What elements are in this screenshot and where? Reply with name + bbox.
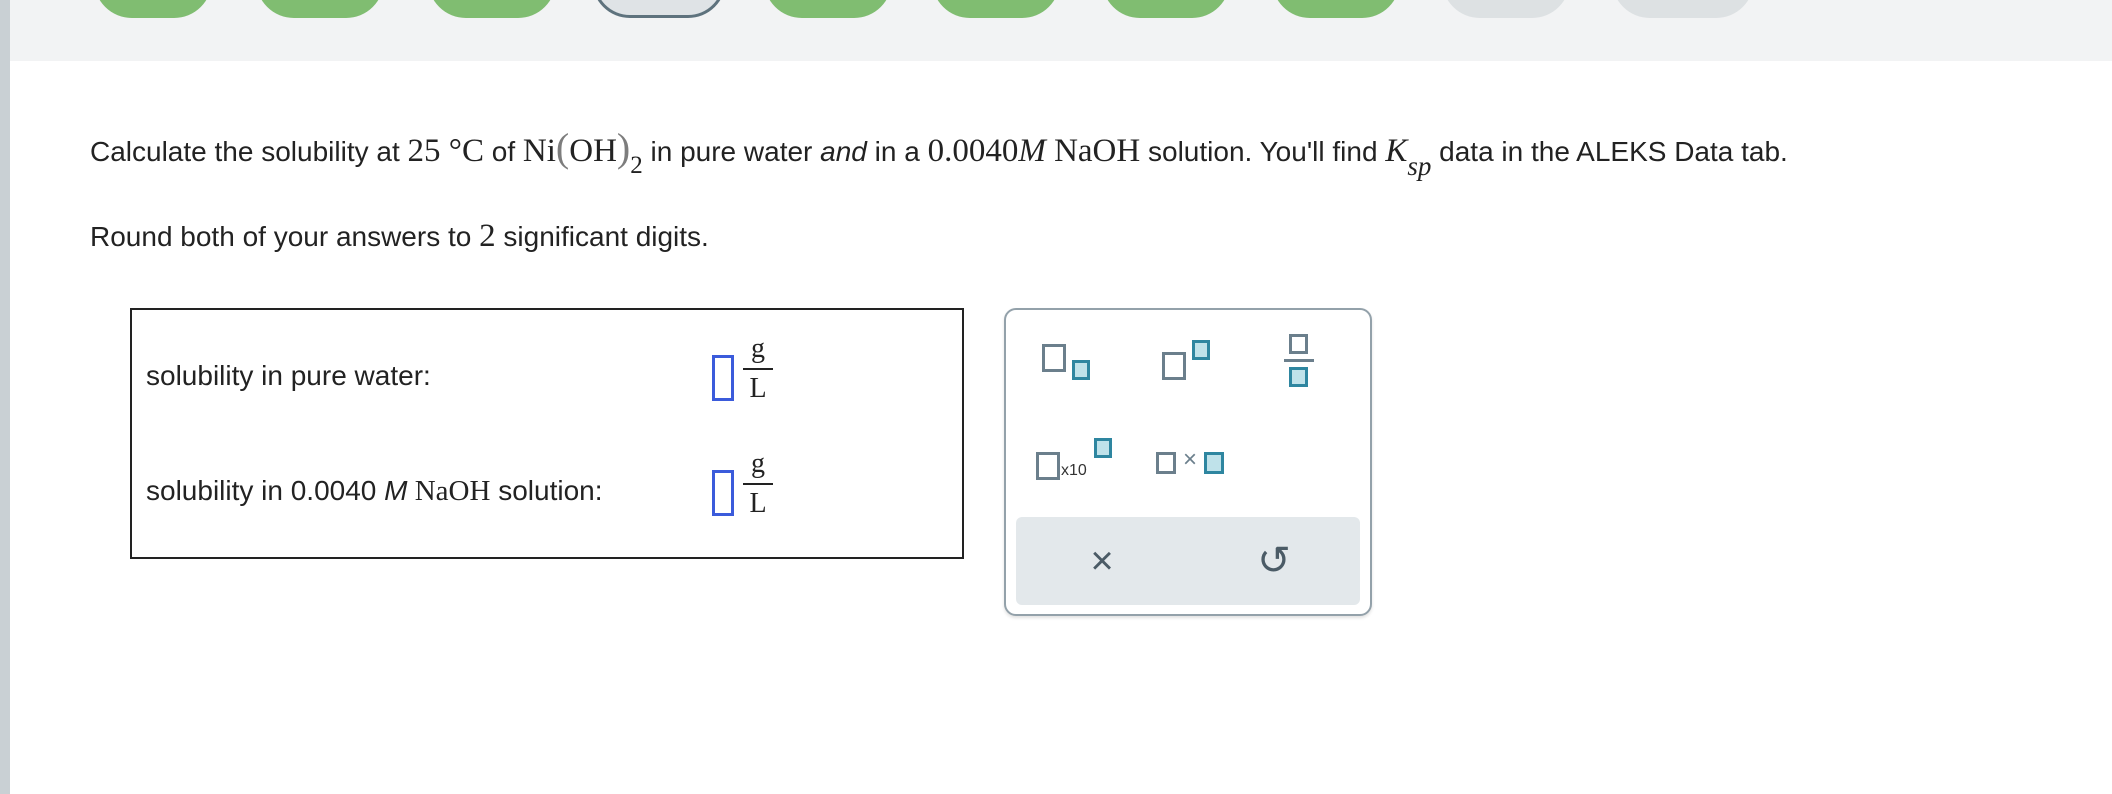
progress-step-8[interactable]	[1272, 0, 1400, 18]
formula-paren-close: )	[616, 125, 631, 170]
progress-step-1[interactable]	[94, 0, 212, 18]
formula-subscript: 2	[630, 152, 643, 179]
question-part: in a	[866, 136, 928, 167]
naoh-label-molarity: M	[384, 475, 408, 506]
question-part: Calculate the solubility at	[90, 136, 408, 167]
question-emphasis: and	[820, 136, 867, 167]
progress-step-10[interactable]	[1612, 0, 1754, 18]
fraction-button[interactable]	[1282, 334, 1322, 390]
rounding-instruction: Round both of your answers to 2 signific…	[90, 210, 709, 263]
ksp-subscript: sp	[1407, 151, 1432, 181]
unit-denominator: L	[749, 373, 767, 404]
fraction-bar-icon	[1284, 359, 1314, 362]
fraction-numerator-icon	[1289, 334, 1308, 354]
multiply-left-icon	[1156, 452, 1176, 474]
progress-step-6[interactable]	[932, 0, 1060, 18]
superscript-base-icon	[1162, 352, 1186, 380]
naoh-label-formula: NaOH	[407, 475, 491, 507]
times-icon: ×	[1183, 446, 1198, 473]
clear-button[interactable]: ×	[1078, 537, 1126, 585]
math-palette: x10 × × ↺	[1004, 308, 1372, 616]
progress-bar	[10, 0, 2112, 61]
pure-water-label: solubility in pure water:	[146, 360, 431, 391]
undo-button[interactable]: ↺	[1250, 537, 1298, 585]
rounding-part: Round both of your answers to	[90, 221, 480, 252]
naoh-solution-label: solubility in 0.0040 M NaOH solution:	[146, 475, 603, 508]
progress-step-9[interactable]	[1442, 0, 1570, 18]
progress-step-3[interactable]	[428, 0, 556, 18]
subscript-button[interactable]	[1042, 340, 1102, 390]
unit-fraction-bar	[743, 483, 773, 485]
pure-water-input[interactable]	[712, 355, 734, 401]
unit-fraction-bar	[743, 368, 773, 370]
ksp-k: K	[1385, 133, 1408, 169]
formula-naoh: NaOH	[1045, 133, 1141, 169]
sci-notation-exponent-icon	[1094, 438, 1112, 458]
unit-numerator: g	[751, 448, 765, 479]
multiply-button[interactable]: ×	[1156, 446, 1228, 478]
sci-notation-base-icon	[1036, 452, 1060, 480]
pure-water-unit: g L	[743, 334, 773, 404]
answer-box: solubility in pure water: g L solubility…	[130, 308, 964, 559]
question-text: Calculate the solubility at 25 °C of Ni(…	[90, 120, 1788, 182]
undo-icon: ↺	[1257, 539, 1291, 583]
superscript-slot-icon	[1192, 340, 1210, 360]
superscript-button[interactable]	[1162, 340, 1222, 390]
naoh-label-part: solubility in 0.0040	[146, 475, 385, 506]
subscript-base-icon	[1042, 344, 1066, 372]
question-part: in pure water	[642, 136, 821, 167]
formula-ni: Ni	[522, 133, 556, 169]
temperature-unit: °C	[440, 133, 484, 169]
naoh-solution-unit: g L	[743, 449, 773, 519]
question-part: solution. You'll find	[1140, 136, 1386, 167]
progress-step-7[interactable]	[1102, 0, 1230, 18]
fraction-denominator-icon	[1289, 367, 1308, 387]
unit-numerator: g	[751, 333, 765, 364]
palette-action-bar: × ↺	[1016, 517, 1360, 605]
progress-step-5[interactable]	[764, 0, 892, 18]
formula-paren-open: (	[555, 125, 570, 170]
close-icon: ×	[1090, 539, 1114, 583]
x10-label: x10	[1061, 462, 1087, 479]
molarity-unit: M	[1018, 133, 1046, 169]
scientific-notation-button[interactable]: x10	[1036, 438, 1116, 484]
naoh-solution-input[interactable]	[712, 470, 734, 516]
left-rail	[0, 0, 10, 794]
rounding-part: significant digits.	[495, 221, 709, 252]
formula-oh: OH	[569, 133, 617, 169]
question-part: data in the ALEKS Data tab.	[1431, 136, 1788, 167]
progress-step-2[interactable]	[256, 0, 384, 18]
naoh-label-part: solution:	[490, 475, 603, 506]
unit-denominator: L	[749, 488, 767, 519]
temperature-value: 25	[407, 133, 441, 169]
progress-step-current[interactable]	[592, 0, 726, 18]
multiply-right-icon	[1204, 452, 1224, 474]
subscript-slot-icon	[1072, 360, 1090, 380]
question-part: of	[483, 136, 523, 167]
sig-digits-value: 2	[479, 218, 496, 254]
concentration-value: 0.0040	[927, 133, 1019, 169]
